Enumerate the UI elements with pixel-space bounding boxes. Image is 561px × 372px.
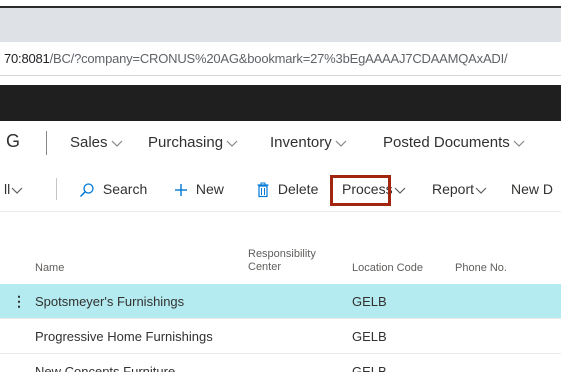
nav-posted-documents-label: Posted Documents: [383, 134, 510, 151]
browser-toolbar-gap: [0, 77, 561, 85]
report-label: Report: [432, 181, 475, 197]
nav-purchasing-label: Purchasing: [148, 134, 224, 151]
chevron-down-icon: [226, 140, 238, 147]
new-button[interactable]: New: [173, 181, 224, 198]
nav-inventory[interactable]: Inventory: [270, 134, 347, 151]
url-path: /BC/?company=CRONUS%20AG&bookmark=27%3bE…: [49, 51, 508, 66]
search-button[interactable]: Search: [79, 181, 147, 198]
search-icon: [79, 183, 94, 198]
role-center-navigation: G Sales Purchasing Inventory Posted Docu…: [0, 121, 561, 166]
action-separator: [56, 178, 57, 200]
window-top-edge: [0, 0, 561, 8]
report-menu-button[interactable]: Report: [432, 181, 488, 197]
row-location-code: GELB: [352, 329, 387, 344]
chevron-down-icon: [475, 187, 487, 195]
show-all-menu[interactable]: ll: [4, 181, 24, 197]
plus-icon: [175, 184, 187, 197]
nav-sales-label: Sales: [70, 134, 108, 151]
search-label: Search: [102, 181, 148, 197]
row-name[interactable]: New Concepts Furniture: [35, 364, 175, 372]
table-row[interactable]: Progressive Home Furnishings GELB: [0, 319, 561, 353]
column-header-name[interactable]: Name: [35, 262, 64, 275]
table-row[interactable]: ⋮ Spotsmeyer's Furnishings GELB: [0, 284, 561, 318]
delete-label: Delete: [277, 181, 319, 197]
trash-icon: [257, 182, 269, 198]
nav-separator: [46, 131, 47, 155]
column-header-location-code[interactable]: Location Code: [352, 262, 423, 275]
new-document-label: New D: [511, 181, 554, 197]
new-document-menu-button[interactable]: New D: [511, 181, 553, 197]
chevron-down-icon: [335, 140, 347, 147]
address-bar[interactable]: 70:8081/BC/?company=CRONUS%20AG&bookmark…: [0, 42, 561, 76]
process-highlight-box: [330, 175, 391, 206]
new-label: New: [195, 181, 224, 197]
delete-button[interactable]: Delete: [256, 181, 318, 198]
url-host: 70:8081: [4, 51, 50, 66]
browser-tab-bar: [0, 8, 561, 42]
column-header-phone[interactable]: Phone No.: [455, 262, 507, 275]
row-actions-dots-icon[interactable]: ⋮: [12, 293, 26, 310]
nav-posted-documents[interactable]: Posted Documents: [383, 134, 525, 151]
nav-purchasing[interactable]: Purchasing: [148, 134, 238, 151]
app-header-bar: [0, 85, 561, 121]
chevron-down-icon: [11, 187, 23, 195]
company-name-fragment: G: [6, 131, 21, 151]
table-header: Name Responsibility Center Location Code…: [0, 212, 561, 284]
nav-sales[interactable]: Sales: [70, 134, 123, 151]
row-location-code: GELB: [352, 294, 387, 309]
url-text[interactable]: 70:8081/BC/?company=CRONUS%20AG&bookmark…: [4, 51, 508, 66]
nav-inventory-label: Inventory: [270, 134, 332, 151]
table-row[interactable]: New Concepts Furniture GELB: [0, 354, 561, 372]
column-header-responsibility-center[interactable]: Responsibility Center: [248, 248, 328, 274]
chevron-down-icon: [394, 187, 406, 195]
chevron-down-icon: [513, 140, 525, 147]
chevron-down-icon: [111, 140, 122, 147]
row-name[interactable]: Spotsmeyer's Furnishings: [35, 294, 184, 309]
row-location-code: GELB: [352, 364, 387, 372]
action-bar: ll Search New Delete Process Report New …: [0, 166, 561, 212]
row-name[interactable]: Progressive Home Furnishings: [35, 329, 213, 344]
